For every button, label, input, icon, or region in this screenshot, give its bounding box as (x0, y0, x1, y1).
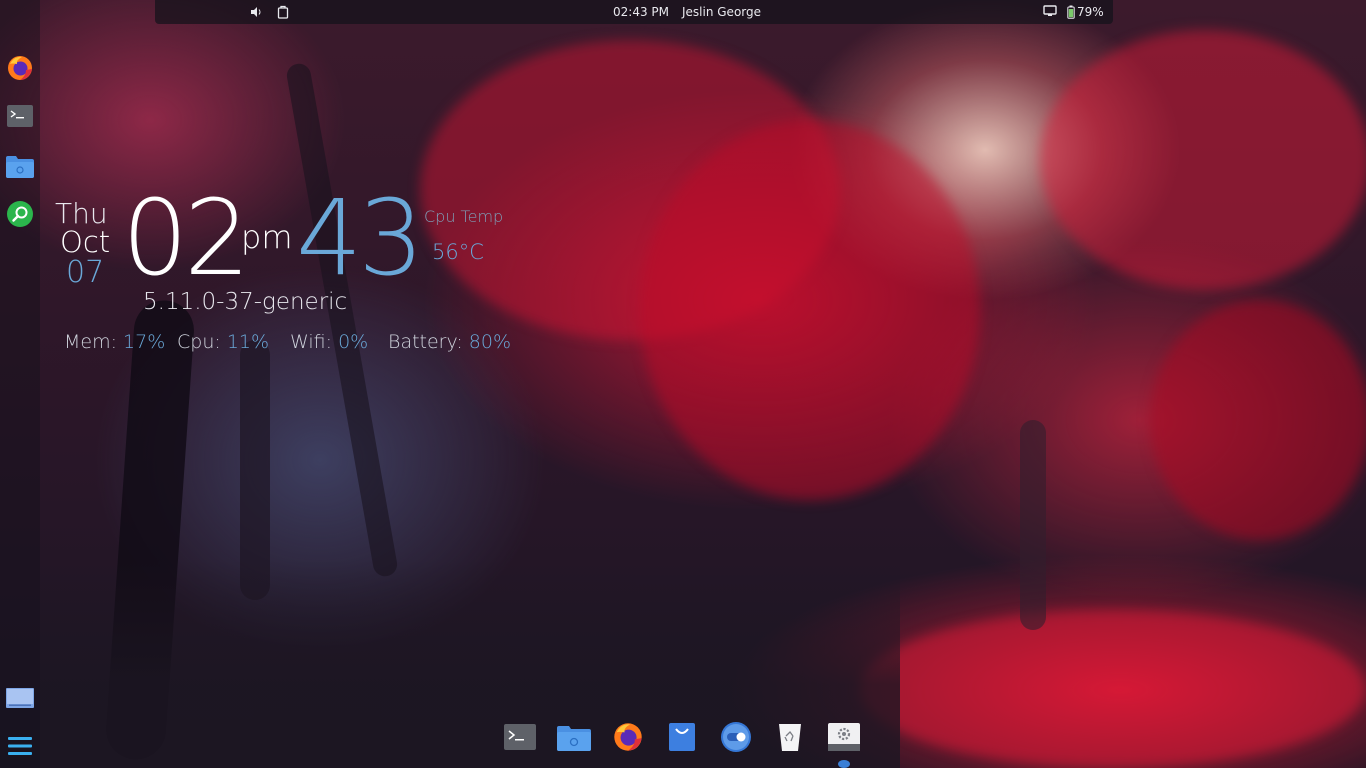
folder-icon (557, 726, 591, 751)
workspace-icon (6, 688, 34, 708)
firefox-icon (614, 723, 642, 751)
volume-icon[interactable] (249, 5, 263, 19)
left-dock-terminal[interactable] (4, 100, 36, 132)
dock-active-indicator (838, 760, 850, 768)
cpu-temp-value: 56°C (432, 240, 484, 264)
settings-icon (828, 723, 860, 751)
day-number: 07 (66, 255, 105, 290)
battery-stat: Battery: 80% (388, 331, 511, 353)
left-dock-firefox[interactable] (4, 52, 36, 84)
top-panel: 02:43 PM Jeslin George 79% (155, 0, 1113, 24)
bottom-dock (495, 712, 875, 762)
mem-label: Mem: (64, 331, 117, 353)
clock-hour: 02 (122, 177, 250, 299)
cpu-label: Cpu: (177, 331, 221, 353)
cpu-value: 11% (226, 331, 270, 353)
firefox-icon (8, 56, 32, 80)
toggle-icon (721, 722, 751, 752)
kernel-version: 5.11.0-37-generic (143, 289, 348, 315)
bottom-dock-files[interactable] (556, 720, 592, 754)
wifi-stat: Wifi: 0% (290, 331, 368, 353)
hamburger-menu-icon (8, 737, 32, 755)
battery-label: Battery: (388, 331, 463, 353)
wifi-label: Wifi: (290, 331, 333, 353)
mem-stat: Mem: 17% (64, 331, 165, 353)
tray-app-icon[interactable] (277, 5, 289, 19)
clock-ampm: pm (241, 218, 293, 256)
battery-icon[interactable] (1067, 5, 1075, 19)
left-dock-files[interactable] (4, 150, 36, 182)
day-name: Thu (55, 197, 108, 230)
cpu-stat: Cpu: 11% (177, 331, 269, 353)
terminal-icon (504, 724, 536, 750)
month-name: Oct (60, 225, 111, 259)
bottom-dock-settings[interactable] (826, 720, 862, 754)
folder-icon (6, 156, 34, 178)
user-name[interactable]: Jeslin George (682, 5, 761, 19)
search-icon (7, 201, 33, 227)
left-dock-search[interactable] (4, 198, 36, 230)
bottom-dock-software-store[interactable] (664, 720, 700, 754)
bottom-dock-trash[interactable] (772, 720, 808, 754)
clock-minute: 43 (296, 177, 424, 299)
clock[interactable]: 02:43 PM (613, 5, 669, 19)
mem-value: 17% (123, 331, 166, 353)
battery-value: 80% (468, 331, 512, 353)
trash-icon (779, 724, 801, 751)
left-dock-workspace[interactable] (4, 682, 36, 714)
bottom-dock-terminal[interactable] (502, 720, 538, 754)
left-dock (0, 0, 40, 768)
left-dock-menu[interactable] (4, 730, 36, 762)
bottom-dock-firefox[interactable] (610, 720, 646, 754)
terminal-icon (7, 105, 33, 127)
cpu-temp-label: Cpu Temp (424, 207, 504, 226)
battery-percent[interactable]: 79% (1077, 5, 1104, 19)
bottom-dock-toggle-app[interactable] (718, 720, 754, 754)
wallpaper (0, 0, 1366, 768)
wifi-value: 0% (338, 331, 369, 353)
display-icon[interactable] (1043, 5, 1057, 17)
shopping-bag-icon (669, 723, 695, 751)
